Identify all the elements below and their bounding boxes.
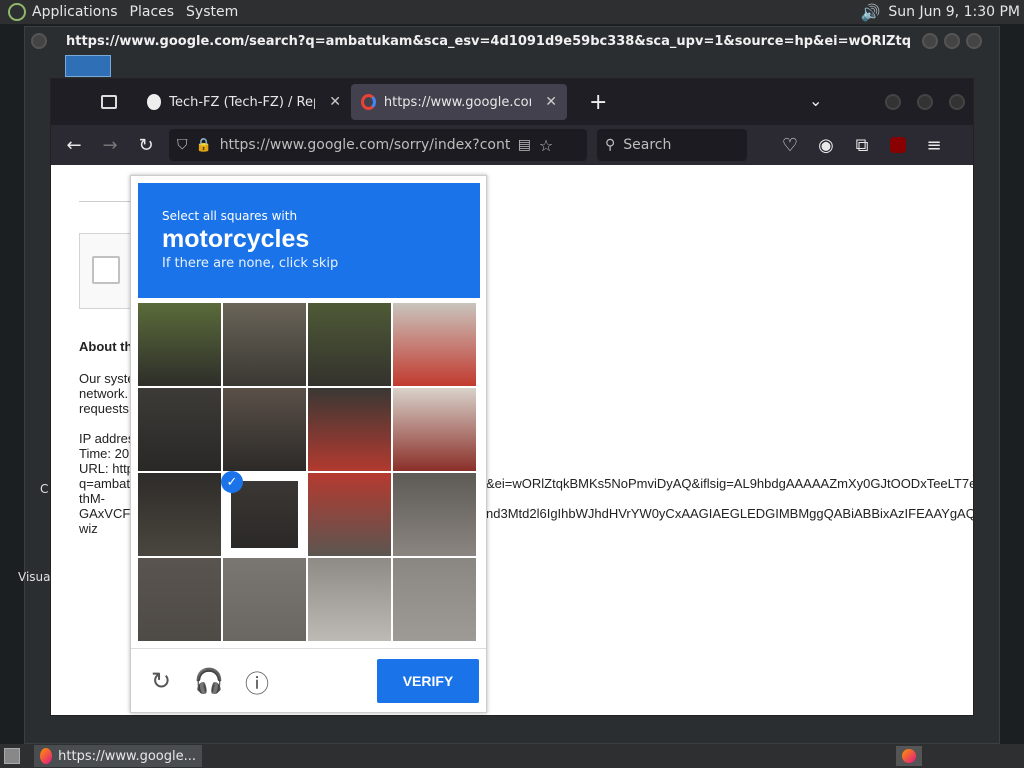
target-object: motorcycles	[162, 225, 310, 253]
captcha-tile[interactable]	[393, 388, 476, 471]
checkmark-icon: ✓	[221, 471, 243, 493]
ip-line: IP addres	[79, 431, 135, 446]
captcha-tile[interactable]	[308, 388, 391, 471]
google-icon	[361, 94, 376, 110]
captcha-tile[interactable]	[223, 303, 306, 386]
system-menu[interactable]: System	[180, 4, 244, 20]
close-tab-icon[interactable]: ✕	[329, 94, 341, 110]
verify-button[interactable]: VERIFY	[377, 659, 479, 703]
info-icon[interactable]: ⓘ	[243, 667, 271, 698]
close-tab-icon[interactable]: ✕	[545, 94, 557, 110]
reader-view-icon[interactable]: ▤	[518, 137, 531, 153]
applications-menu[interactable]: Applications	[26, 4, 124, 20]
window-min-button[interactable]	[885, 94, 901, 110]
audio-challenge-icon[interactable]: 🎧	[194, 667, 224, 695]
skip-hint: If there are none, click skip	[162, 256, 339, 271]
desktop-label-c: C	[40, 482, 49, 496]
taskbar-firefox-button[interactable]: https://www.google...	[34, 745, 202, 767]
top-panel: Applications Places System 🔊 Sun Jun 9, …	[0, 0, 1024, 24]
hamburger-menu-icon[interactable]: ≡	[921, 132, 947, 158]
time-line: Time: 20	[79, 446, 130, 461]
close-button[interactable]	[966, 33, 982, 49]
captcha-tile[interactable]	[138, 473, 221, 556]
outer-window-title: https://www.google.com/search?q=ambatuka…	[66, 33, 912, 49]
gax-line-tail: nd3Mtd2l6IgIhbWJhdHVrYW0yCxAAGIAEGLEDGIM…	[486, 506, 973, 521]
captcha-tile[interactable]	[308, 473, 391, 556]
volume-icon[interactable]: 🔊	[860, 3, 880, 22]
places-menu[interactable]: Places	[124, 4, 181, 20]
captcha-tile[interactable]: ✓	[221, 471, 306, 556]
tray-firefox-icon[interactable]	[896, 746, 922, 766]
new-tab-button[interactable]: +	[589, 90, 607, 115]
bookmark-star-icon[interactable]: ☆	[539, 136, 553, 155]
pocket-icon[interactable]: ♡	[777, 132, 803, 158]
query-line: q=ambat	[79, 476, 130, 491]
recaptcha-challenge: Select all squares with motorcycles If t…	[130, 175, 487, 713]
forward-arrow-icon[interactable]: →	[97, 132, 123, 158]
captcha-tile[interactable]	[393, 558, 476, 641]
captcha-tile[interactable]	[138, 388, 221, 471]
url-bar[interactable]: ⛉ 🔒 https://www.google.com/sorry/index?c…	[169, 129, 587, 161]
captcha-tile-image	[231, 481, 298, 548]
paragraph-line: Our syste	[79, 371, 135, 386]
search-icon: ⚲	[605, 137, 616, 153]
captcha-tile[interactable]	[223, 388, 306, 471]
captcha-tile[interactable]	[393, 303, 476, 386]
challenge-header: Select all squares with motorcycles If t…	[138, 183, 480, 298]
account-icon[interactable]: ◉	[813, 132, 839, 158]
url-text[interactable]: https://www.google.com/sorry/index?conti…	[220, 137, 510, 153]
maximize-button[interactable]	[944, 33, 960, 49]
search-bar[interactable]: ⚲ Search	[597, 129, 747, 161]
captcha-tile[interactable]	[138, 558, 221, 641]
show-desktop-icon[interactable]	[4, 748, 20, 764]
instruction-text: Select all squares with	[162, 209, 298, 223]
nav-bar: ← → ↻ ⛉ 🔒 https://www.google.com/sorry/i…	[51, 125, 973, 165]
window-menu-icon[interactable]	[31, 33, 47, 49]
gax-line: GAxVCF	[79, 506, 131, 521]
tab-overview-icon[interactable]	[101, 95, 117, 109]
search-placeholder: Search	[623, 137, 672, 153]
ublock-icon[interactable]	[885, 132, 911, 158]
captcha-tile[interactable]	[393, 473, 476, 556]
url-line: URL: http	[79, 461, 134, 476]
outer-window-titlebar[interactable]: https://www.google.com/search?q=ambatuka…	[25, 27, 999, 55]
tab-github[interactable]: Tech-FZ (Tech-FZ) / Reposit ✕	[137, 84, 351, 120]
captcha-tile[interactable]	[223, 558, 306, 641]
paragraph-line: requests	[79, 401, 129, 416]
desktop-label-visua: Visua	[18, 570, 51, 584]
tab-label: Tech-FZ (Tech-FZ) / Reposit	[169, 94, 315, 110]
reload-icon[interactable]: ↻	[133, 132, 159, 158]
thm-line: thM-	[79, 491, 105, 506]
captcha-tile[interactable]	[138, 303, 221, 386]
desktop-thumbnail	[65, 55, 111, 77]
paragraph-line: network.	[79, 386, 129, 401]
bottom-taskbar: https://www.google...	[0, 744, 1024, 768]
captcha-tile[interactable]	[308, 558, 391, 641]
extensions-icon[interactable]: ⧉	[849, 132, 875, 158]
wiz-line: wiz	[79, 521, 98, 536]
minimize-button[interactable]	[922, 33, 938, 49]
window-max-button[interactable]	[917, 94, 933, 110]
tab-bar: Tech-FZ (Tech-FZ) / Reposit ✕ https://ww…	[51, 79, 973, 125]
window-close-button[interactable]	[949, 94, 965, 110]
tab-label: https://www.google.com/se	[383, 94, 531, 110]
firefox-icon	[40, 748, 53, 764]
clock[interactable]: Sun Jun 9, 1:30 PM	[888, 4, 1020, 20]
lock-icon[interactable]: 🔒	[196, 138, 212, 153]
query-line-tail: &ei=wORlZtqkBMKs5NoPmviDyAQ&iflsig=AL9hb…	[486, 476, 973, 491]
about-heading: About th	[79, 339, 133, 354]
recaptcha-checkbox[interactable]	[92, 256, 120, 284]
back-arrow-icon[interactable]: ←	[61, 132, 87, 158]
captcha-tile[interactable]	[308, 303, 391, 386]
distro-logo-icon[interactable]	[8, 3, 26, 21]
shield-icon[interactable]: ⛉	[177, 137, 188, 153]
tab-google[interactable]: https://www.google.com/se ✕	[351, 84, 567, 120]
list-tabs-chevron-icon[interactable]: ⌄	[809, 91, 822, 110]
github-icon	[147, 94, 162, 110]
challenge-footer: ↻ 🎧 ⓘ VERIFY	[131, 648, 486, 712]
taskbar-label: https://www.google...	[58, 748, 196, 764]
image-grid: ✓	[138, 303, 480, 643]
reload-challenge-icon[interactable]: ↻	[147, 667, 175, 695]
